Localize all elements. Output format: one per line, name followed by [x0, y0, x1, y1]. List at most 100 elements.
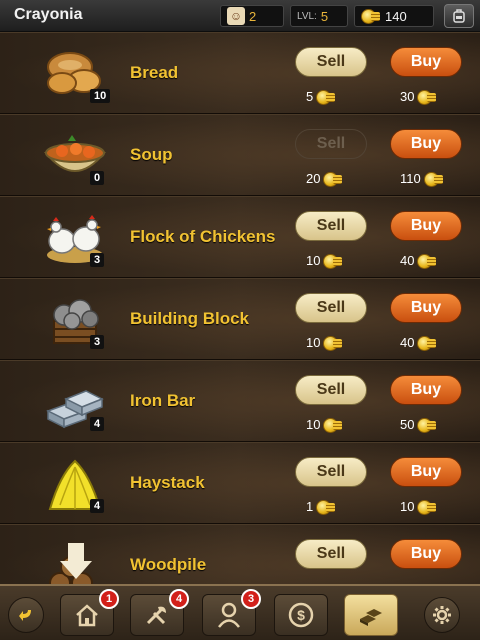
coin-icon — [316, 499, 336, 515]
buy-price: 40 — [400, 253, 437, 269]
sell-price-value: 20 — [306, 171, 321, 186]
workers-badge: 3 — [241, 589, 261, 609]
sell-price-value: 10 — [306, 335, 321, 350]
svg-text:$: $ — [297, 607, 305, 623]
buy-price-value: 10 — [400, 499, 415, 514]
item-name: Soup — [130, 145, 173, 164]
gold-bars-icon — [356, 603, 386, 627]
item-count: 3 — [90, 335, 105, 349]
coin-icon — [323, 253, 343, 269]
item-count: 10 — [90, 89, 111, 103]
coin-balance: 140 — [354, 5, 434, 27]
coin-icon — [323, 335, 343, 351]
market-row: 3 Building Block Sell Buy 10 40 — [0, 278, 480, 360]
item-count: 3 — [90, 253, 105, 267]
market-row: 0 Soup Sell Buy 20 110 — [0, 114, 480, 196]
item-count: 4 — [90, 417, 105, 431]
sell-price: 20 — [306, 171, 343, 187]
sell-button[interactable]: Sell — [295, 539, 367, 569]
coin-icon — [323, 171, 343, 187]
workers-button[interactable]: 3 — [202, 589, 261, 636]
coin-icon — [417, 335, 437, 351]
sell-button[interactable]: Sell — [295, 457, 367, 487]
sell-price-value: 5 — [306, 89, 314, 104]
buy-price-value: 30 — [400, 89, 415, 104]
coin-icon — [316, 89, 336, 105]
coin-icon — [417, 499, 437, 515]
top-bar: Crayonia ☺ 2 LVL: 5 140 — [0, 0, 480, 32]
houses-badge: 1 — [99, 589, 119, 609]
coin-exchange-icon: $ — [288, 602, 314, 628]
sell-price-value: 10 — [306, 253, 321, 268]
sell-button[interactable]: Sell — [295, 47, 367, 77]
house-icon — [74, 603, 100, 627]
exchange-button[interactable]: $ — [274, 594, 328, 636]
buy-price: 50 — [400, 417, 437, 433]
buy-price: 40 — [400, 335, 437, 351]
buy-button[interactable]: Buy — [390, 211, 462, 241]
buy-button[interactable]: Buy — [390, 129, 462, 159]
item-name: Flock of Chickens — [130, 227, 276, 246]
sell-price: 1 — [306, 499, 336, 515]
gear-icon — [432, 605, 452, 625]
buy-price: 30 — [400, 89, 437, 105]
item-count: 4 — [90, 499, 105, 513]
level-label: LVL: — [297, 10, 317, 22]
bottom-nav: 1 4 3 $ — [0, 584, 480, 640]
sell-price: 10 — [306, 253, 343, 269]
buy-button[interactable]: Buy — [390, 539, 462, 569]
sell-button[interactable]: Sell — [295, 293, 367, 323]
coin-icon — [417, 253, 437, 269]
workers-counter: ☺ 2 — [220, 5, 284, 27]
woodpile-icon — [40, 537, 110, 584]
buy-price-value: 40 — [400, 253, 415, 268]
coin-icon — [417, 89, 437, 105]
sell-price: 5 — [306, 89, 336, 105]
item-name: Haystack — [130, 473, 205, 492]
buy-price-value: 110 — [400, 171, 421, 186]
settings-button[interactable] — [424, 597, 460, 633]
item-count: 0 — [90, 171, 105, 185]
tools-icon — [144, 603, 170, 627]
sell-price: 10 — [306, 335, 343, 351]
market-row: 3 Flock of Chickens Sell Buy 10 40 — [0, 196, 480, 278]
coin-icon — [361, 9, 381, 24]
sell-price: 10 — [306, 417, 343, 433]
sell-price-value: 10 — [306, 417, 321, 432]
coin-icon — [417, 417, 437, 433]
buy-price: 10 — [400, 499, 437, 515]
sell-button[interactable]: Sell — [295, 129, 367, 159]
buy-price-value: 40 — [400, 335, 415, 350]
backpack-icon — [451, 8, 467, 24]
houses-button[interactable]: 1 — [60, 589, 119, 636]
tools-button[interactable]: 4 — [130, 589, 189, 636]
level-indicator: LVL: 5 — [290, 5, 348, 27]
buy-price: 110 — [400, 171, 444, 187]
back-arrow-icon — [17, 606, 35, 624]
item-name: Iron Bar — [130, 391, 196, 410]
worker-icon: ☺ — [227, 7, 245, 25]
market-row: 4 Haystack Sell Buy 1 10 — [0, 442, 480, 524]
worker-icon — [217, 602, 241, 628]
buy-price-value: 50 — [400, 417, 415, 432]
item-name: Building Block — [130, 309, 249, 328]
item-name: Woodpile — [130, 555, 207, 574]
market-button[interactable] — [344, 594, 398, 636]
coin-amount: 140 — [385, 8, 407, 24]
market-row: Woodpile Sell Buy — [0, 524, 480, 584]
back-button[interactable] — [8, 597, 44, 633]
sell-button[interactable]: Sell — [295, 375, 367, 405]
buy-button[interactable]: Buy — [390, 293, 462, 323]
item-name: Bread — [130, 63, 179, 82]
coin-icon — [423, 171, 444, 187]
level-value: 5 — [320, 8, 329, 24]
backpack-button[interactable] — [444, 4, 474, 28]
buy-button[interactable]: Buy — [390, 457, 462, 487]
buy-button[interactable]: Buy — [390, 47, 462, 77]
sell-button[interactable]: Sell — [295, 211, 367, 241]
coin-icon — [323, 417, 343, 433]
buy-button[interactable]: Buy — [390, 375, 462, 405]
sell-price-value: 1 — [306, 499, 314, 514]
workers-count: 2 — [249, 8, 257, 24]
market-list[interactable]: 10 Bread Sell Buy 5 30 0 Soup Sell Buy 2… — [0, 32, 480, 584]
